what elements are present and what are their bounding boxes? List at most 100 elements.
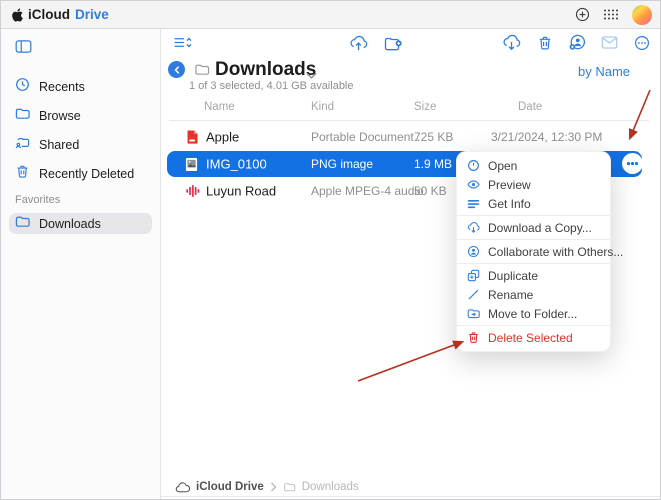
file-kind: Apple MPEG-4 audio: [311, 184, 424, 198]
menu-item-label: Move to Folder...: [488, 307, 577, 321]
menu-item-label: Rename: [488, 288, 533, 302]
menu-item-rename[interactable]: Rename: [457, 285, 610, 304]
footer-breadcrumb: iCloud Drive Downloads: [161, 478, 661, 496]
folder-icon: [15, 214, 30, 234]
row-more-button[interactable]: [622, 153, 643, 174]
shared-folder-icon: [15, 135, 30, 155]
breadcrumb-root[interactable]: iCloud Drive: [196, 481, 264, 493]
avatar[interactable]: [632, 5, 652, 25]
menu-divider: [457, 325, 610, 326]
menu-item-label: Delete Selected: [488, 331, 573, 345]
move-folder-icon: [467, 307, 480, 320]
back-button[interactable]: [168, 61, 185, 78]
sidebar-item-recents[interactable]: Recents: [9, 77, 152, 97]
sidebar-item-label: Browse: [39, 109, 81, 123]
selection-status: 1 of 3 selected, 4.01 GB available: [189, 80, 354, 92]
menu-item-duplicate[interactable]: Duplicate: [457, 266, 610, 285]
add-person-icon[interactable]: [569, 34, 586, 51]
file-size: 1.9 MB: [414, 157, 452, 171]
table-row-apple[interactable]: Apple Portable Document... 725 KB 3/21/2…: [167, 124, 642, 150]
menu-divider: [457, 215, 610, 216]
top-bar: iCloud Drive: [1, 1, 661, 29]
menu-item-download-a-copy[interactable]: Download a Copy...: [457, 218, 610, 237]
main-toolbar: [161, 29, 661, 56]
apps-grid-icon[interactable]: [603, 8, 619, 21]
download-cloud-icon[interactable]: [502, 34, 521, 51]
sidebar-item-recently-deleted[interactable]: Recently Deleted: [9, 164, 152, 184]
breadcrumb-chevron-icon: [270, 482, 277, 492]
icloud-drive-window: iCloud Drive Recents: [0, 0, 661, 500]
sidebar-item-browse[interactable]: Browse: [9, 106, 152, 126]
open-icon: [467, 159, 480, 172]
sort-by-name-link[interactable]: by Name: [578, 64, 630, 79]
collaborate-person-icon: [467, 245, 480, 258]
file-name: Apple: [206, 130, 239, 145]
menu-item-preview[interactable]: Preview: [457, 175, 610, 194]
sidebar-item-label: Downloads: [39, 217, 101, 231]
new-folder-icon[interactable]: [384, 35, 402, 51]
breadcrumb-current[interactable]: Downloads: [302, 481, 359, 493]
menu-item-label: Preview: [488, 178, 531, 192]
menu-item-label: Download a Copy...: [488, 221, 592, 235]
table-header-divider: [169, 120, 649, 121]
eye-icon: [467, 179, 480, 190]
context-menu: Open Preview Get Info Download a Copy...: [456, 151, 611, 352]
download-cloud-icon: [467, 221, 480, 234]
page-title: Downloads: [215, 59, 316, 81]
menu-item-label: Collaborate with Others...: [488, 245, 623, 259]
pdf-file-icon: [185, 129, 201, 145]
sidebar-item-label: Recents: [39, 80, 85, 94]
sidebar: Recents Browse Shared Recently Deleted F…: [1, 29, 161, 500]
menu-item-open[interactable]: Open: [457, 156, 610, 175]
sidebar-item-shared[interactable]: Shared: [9, 135, 152, 155]
menu-divider: [457, 263, 610, 264]
mail-icon[interactable]: [601, 35, 618, 50]
sidebar-item-label: Shared: [39, 138, 79, 152]
trash-icon: [15, 164, 30, 184]
folder-icon: [283, 481, 296, 493]
rename-pencil-icon: [467, 288, 480, 301]
audio-file-icon: [185, 183, 201, 199]
clock-icon: [15, 77, 30, 97]
add-circle-icon[interactable]: [575, 7, 590, 22]
folder-icon: [15, 106, 30, 126]
file-name: IMG_0100: [206, 157, 267, 172]
column-header-size[interactable]: Size: [414, 101, 436, 113]
menu-item-get-info[interactable]: Get Info: [457, 194, 610, 213]
file-size: 50 KB: [414, 184, 447, 198]
upload-cloud-icon[interactable]: [349, 34, 368, 51]
menu-item-label: Get Info: [488, 197, 531, 211]
app-section: Drive: [75, 7, 109, 22]
list-view-sort-icon[interactable]: [173, 35, 192, 50]
file-kind: PNG image: [311, 157, 373, 171]
folder-icon: [194, 62, 210, 82]
app-name: iCloud: [28, 7, 70, 22]
trash-icon[interactable]: [537, 35, 553, 51]
duplicate-icon: [467, 269, 480, 282]
file-name: Luyun Road: [206, 184, 276, 199]
file-date: 3/21/2024, 12:30 PM: [491, 130, 602, 144]
menu-item-label: Duplicate: [488, 269, 538, 283]
footer-divider: [161, 496, 661, 497]
menu-item-move-to-folder[interactable]: Move to Folder...: [457, 304, 610, 323]
more-circle-icon[interactable]: [634, 35, 650, 51]
sidebar-section-title: Favorites: [15, 194, 152, 206]
annotation-arrow-to-delete-selected: [358, 342, 462, 381]
column-header-date[interactable]: Date: [518, 101, 542, 113]
brand: iCloud Drive: [11, 7, 109, 22]
file-kind: Portable Document...: [311, 130, 424, 144]
sidebar-toggle-icon[interactable]: [15, 39, 32, 59]
column-header-kind[interactable]: Kind: [311, 101, 334, 113]
info-lines-icon: [467, 198, 480, 210]
apple-logo-icon: [11, 8, 24, 22]
menu-item-label: Open: [488, 159, 517, 173]
menu-divider: [457, 239, 610, 240]
menu-item-delete-selected[interactable]: Delete Selected: [457, 328, 610, 347]
file-size: 725 KB: [414, 130, 453, 144]
menu-item-collaborate[interactable]: Collaborate with Others...: [457, 242, 610, 261]
trash-icon: [467, 331, 480, 344]
sidebar-item-downloads[interactable]: Downloads: [9, 213, 152, 234]
sidebar-item-label: Recently Deleted: [39, 167, 134, 181]
column-header-name[interactable]: Name: [204, 101, 235, 113]
image-file-icon: [185, 156, 201, 172]
